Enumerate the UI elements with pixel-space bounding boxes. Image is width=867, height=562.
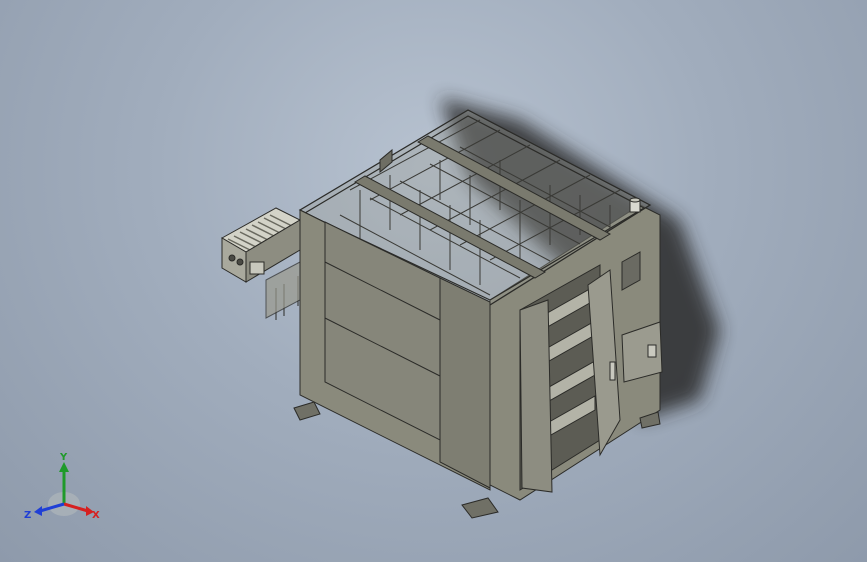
z-axis-arrow [34,506,42,516]
orientation-triad[interactable]: Y X Z [22,448,112,528]
conveyor-knob [236,258,244,266]
roof-beacon [629,197,641,213]
machine-enclosure-model[interactable] [0,0,867,562]
cad-viewport[interactable]: Y X Z [0,0,867,562]
y-axis-arrow [59,462,69,472]
z-axis-label: Z [24,510,31,521]
x-axis-label: X [92,510,100,521]
y-axis-label: Y [59,452,68,463]
roller-conveyor [220,207,302,320]
conveyor-knob [228,254,236,262]
